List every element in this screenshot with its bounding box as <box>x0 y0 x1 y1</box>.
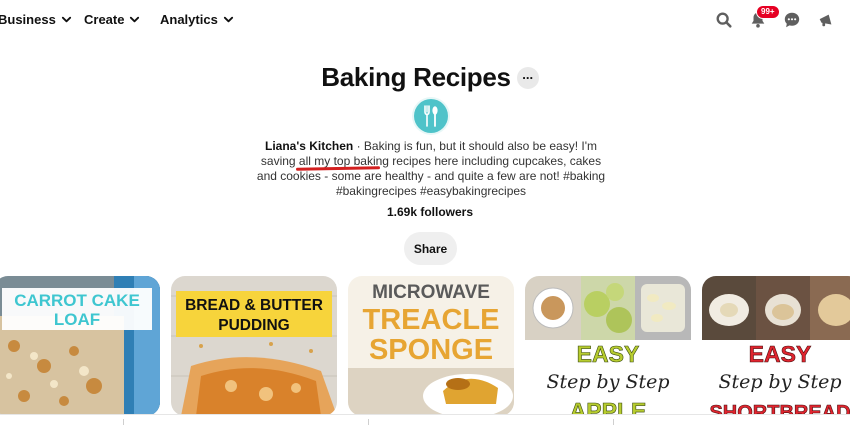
search-button[interactable] <box>714 10 734 30</box>
share-button[interactable]: Share <box>404 232 457 265</box>
pin-card[interactable]: MICROWAVE TREACLE SPONGE <box>348 276 514 416</box>
pin-card[interactable]: EASY Step by Step SHORTBREAD <box>702 276 850 416</box>
nav-analytics-label: Analytics <box>160 12 218 27</box>
pin-title-line: PUDDING <box>218 317 289 334</box>
board-owner-link[interactable]: Liana's Kitchen <box>265 139 353 153</box>
pin-title-line: Step by Step <box>546 371 669 393</box>
search-icon <box>716 12 732 28</box>
pin-title-line: LOAF <box>54 310 100 329</box>
nav-create-label: Create <box>84 12 125 27</box>
pin-title-line: MICROWAVE <box>372 282 490 303</box>
pin-title-line: TREACLE <box>363 304 500 336</box>
pin-title-line: CARROT CAKE <box>14 291 140 310</box>
top-nav: Business Create Analytics 99+ <box>0 0 850 40</box>
followers-count[interactable]: 1.69k followers <box>0 205 850 219</box>
pin-title-line: EASY <box>577 341 640 367</box>
divider-tick <box>123 419 124 425</box>
board-more-button[interactable]: ... <box>516 66 539 89</box>
pin-image: CARROT CAKE LOAF <box>0 276 160 416</box>
nav-actions: 99+ <box>714 5 836 30</box>
pin-image: EASY Step by Step APPLE <box>525 276 691 416</box>
pin-title-line: BREAD & BUTTER <box>185 297 323 314</box>
messages-button[interactable] <box>782 10 802 30</box>
fork-spoon-icon <box>424 105 438 127</box>
pin-image: MICROWAVE TREACLE SPONGE <box>348 276 514 416</box>
notifications-badge: 99+ <box>756 5 780 19</box>
divider-tick <box>613 419 614 425</box>
nav-business[interactable]: Business <box>0 12 72 27</box>
chevron-down-icon <box>130 16 140 23</box>
pin-image: EASY Step by Step SHORTBREAD <box>702 276 850 416</box>
board-avatar[interactable] <box>414 99 448 133</box>
nav-create[interactable]: Create <box>84 12 140 27</box>
chat-icon <box>784 12 800 28</box>
updates-button[interactable] <box>816 10 836 30</box>
nav-business-label: Business <box>0 12 56 27</box>
board-header: Baking Recipes... <box>0 62 850 93</box>
pin-card[interactable]: BREAD & BUTTER PUDDING <box>171 276 337 416</box>
chevron-down-icon <box>61 16 71 23</box>
divider-tick <box>368 419 369 425</box>
bottom-divider <box>0 414 850 425</box>
notifications-button[interactable]: 99+ <box>748 5 780 30</box>
nav-analytics[interactable]: Analytics <box>160 12 234 27</box>
chevron-down-icon <box>223 16 233 23</box>
megaphone-icon <box>819 14 832 27</box>
pin-title-line: Step by Step <box>718 371 841 393</box>
pin-card[interactable]: EASY Step by Step APPLE <box>525 276 691 416</box>
pin-card[interactable]: CARROT CAKE LOAF <box>0 276 160 416</box>
pin-image: BREAD & BUTTER PUDDING <box>171 276 337 416</box>
pin-title-line: SPONGE <box>369 334 493 366</box>
pin-title-line: EASY <box>749 341 812 367</box>
board-title: Baking Recipes <box>321 62 511 92</box>
